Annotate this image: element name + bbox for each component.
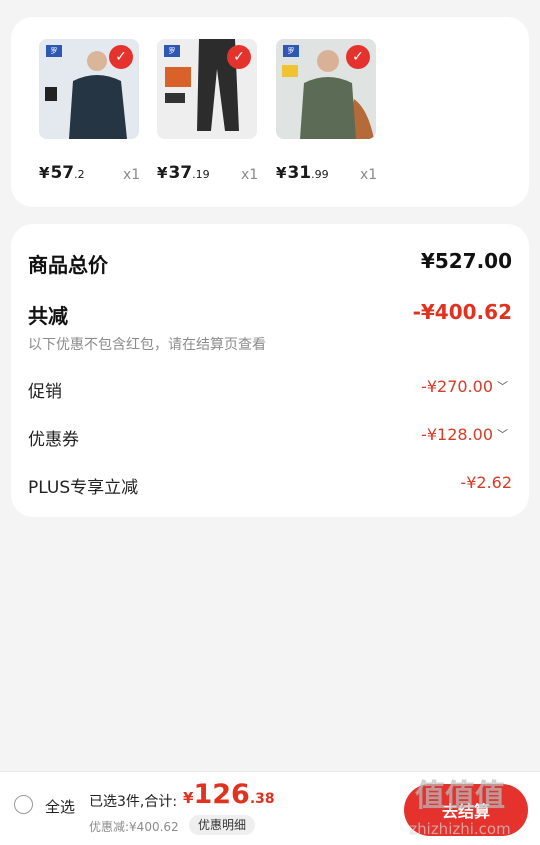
radio-icon[interactable] xyxy=(14,795,33,814)
plus-discount-value: -¥2.62 xyxy=(460,473,512,492)
chevron-down-icon[interactable]: ﹀ xyxy=(497,380,508,393)
discount-summary: 优惠减:¥400.62 xyxy=(89,820,179,834)
reduction-label: 共减 xyxy=(28,304,68,328)
price-summary-card: 商品总价 ¥527.00 共减 -¥400.62 以下优惠不包含红包，请在结算页… xyxy=(11,224,529,517)
product-item[interactable]: 罗 ✓ ¥37.19 x1 xyxy=(157,39,261,183)
brand-logo: 罗 xyxy=(283,45,299,57)
coupon-value: -¥128.00 ﹀ xyxy=(421,425,508,444)
product-price: ¥37.19 xyxy=(157,163,210,183)
brand-logo: 罗 xyxy=(164,45,180,57)
checkout-button[interactable]: 去结算 xyxy=(404,784,528,836)
discount-detail-button[interactable]: 优惠明细 xyxy=(189,815,256,835)
total-price-label: 商品总价 xyxy=(28,253,108,277)
brand-logo: 罗 xyxy=(46,45,62,57)
product-quantity: x1 xyxy=(241,167,259,183)
product-item[interactable]: 罗 ✓ ¥57.2 x1 xyxy=(39,39,143,183)
checkout-bar: 全选 已选3件,合计: ¥126.38 优惠减:¥400.62 优惠明细 去结算… xyxy=(0,771,540,845)
product-image[interactable]: 罗 ✓ xyxy=(39,39,139,139)
product-quantity: x1 xyxy=(123,167,141,183)
promotion-label: 促销 xyxy=(28,382,62,402)
grand-total: ¥126.38 xyxy=(183,779,275,810)
product-image[interactable]: 罗 ✓ xyxy=(157,39,257,139)
reduction-value: -¥400.62 xyxy=(412,300,512,324)
products-card: 罗 ✓ ¥57.2 x1 罗 ✓ ¥37.19 x1 罗 ✓ ¥31.99 x1 xyxy=(11,17,529,207)
promotion-value: -¥270.00 ﹀ xyxy=(421,377,508,396)
product-price: ¥57.2 xyxy=(39,163,85,183)
selected-count-text: 已选3件,合计: xyxy=(89,794,178,810)
product-quantity: x1 xyxy=(360,167,378,183)
select-all-label[interactable]: 全选 xyxy=(45,796,75,817)
checkmark-icon[interactable]: ✓ xyxy=(346,45,370,69)
plus-discount-label: PLUS专享立减 xyxy=(28,478,139,498)
product-price: ¥31.99 xyxy=(276,163,329,183)
chevron-down-icon[interactable]: ﹀ xyxy=(497,428,508,441)
coupon-label: 优惠券 xyxy=(28,430,79,450)
product-item[interactable]: 罗 ✓ ¥31.99 x1 xyxy=(276,39,380,183)
product-image[interactable]: 罗 ✓ xyxy=(276,39,376,139)
discount-note: 以下优惠不包含红包，请在结算页查看 xyxy=(28,337,266,353)
checkmark-icon[interactable]: ✓ xyxy=(109,45,133,69)
total-price-value: ¥527.00 xyxy=(420,249,512,273)
checkmark-icon[interactable]: ✓ xyxy=(227,45,251,69)
